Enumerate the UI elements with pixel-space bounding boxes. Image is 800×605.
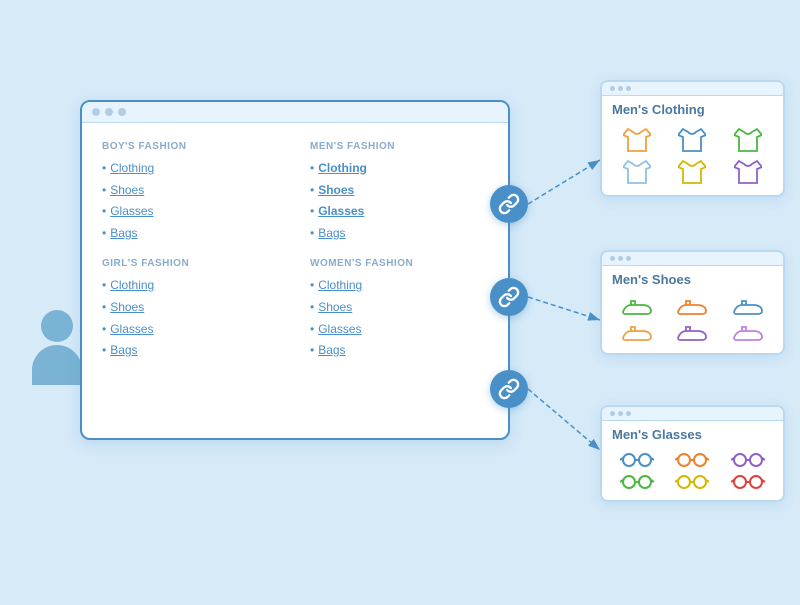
sd1	[610, 256, 615, 261]
girls-bags-link[interactable]: Bags	[110, 340, 137, 362]
womens-glasses-item[interactable]: Glasses	[310, 319, 488, 341]
boys-bags-item[interactable]: Bags	[102, 223, 280, 245]
mens-clothing-titlebar	[602, 82, 783, 96]
mens-glasses-item[interactable]: Glasses	[310, 201, 488, 223]
mens-clothing-link[interactable]: Clothing	[318, 158, 367, 180]
shirt-orange	[612, 127, 662, 153]
boys-clothing-item[interactable]: Clothing	[102, 158, 280, 180]
sd2	[618, 256, 623, 261]
boys-shoes-link[interactable]: Shoes	[110, 180, 144, 202]
womens-fashion-title: WOMEN'S FASHION	[310, 258, 488, 269]
womens-clothing-item[interactable]: Clothing	[310, 275, 488, 297]
glasses-purple	[723, 452, 773, 468]
womens-clothing-link[interactable]: Clothing	[318, 275, 362, 297]
glasses-red	[723, 474, 773, 490]
mens-shoes-item[interactable]: Shoes	[310, 180, 488, 202]
person-body	[32, 345, 82, 385]
gd1	[610, 411, 615, 416]
mens-glasses-titlebar	[602, 407, 783, 421]
glasses-green	[612, 474, 662, 490]
pd2	[618, 86, 623, 91]
mens-glasses-title: Men's Glasses	[602, 421, 783, 446]
girls-clothing-link[interactable]: Clothing	[110, 275, 154, 297]
shirt-yellow	[668, 159, 718, 185]
mens-fashion-title: MEN'S FASHION	[310, 141, 488, 152]
shirt-purple	[723, 159, 773, 185]
pd1	[610, 86, 615, 91]
mens-clothing-grid	[602, 121, 783, 195]
mens-fashion-list: Clothing Shoes Glasses Bags	[310, 158, 488, 244]
boys-glasses-link[interactable]: Glasses	[110, 201, 153, 223]
mens-shoes-link[interactable]: Shoes	[318, 180, 354, 202]
gd2	[618, 411, 623, 416]
shirt-green	[723, 127, 773, 153]
pd3	[626, 86, 631, 91]
shoe-purple2	[723, 323, 773, 343]
person-head	[41, 310, 73, 342]
mens-shoes-titlebar	[602, 252, 783, 266]
shoe-blue2	[723, 297, 773, 317]
girls-glasses-item[interactable]: Glasses	[102, 319, 280, 341]
chain-link-1	[490, 185, 528, 223]
browser-dot-2	[105, 108, 113, 116]
shoe-green	[612, 297, 662, 317]
girls-shoes-item[interactable]: Shoes	[102, 297, 280, 319]
glasses-blue	[612, 452, 662, 468]
boys-fashion-list: Clothing Shoes Glasses Bags	[102, 158, 280, 244]
womens-glasses-link[interactable]: Glasses	[318, 319, 361, 341]
shirt-blue	[668, 127, 718, 153]
shoe-orange	[668, 297, 718, 317]
boys-clothing-link[interactable]: Clothing	[110, 158, 154, 180]
glasses-yellow	[668, 474, 718, 490]
womens-bags-item[interactable]: Bags	[310, 340, 488, 362]
womens-shoes-item[interactable]: Shoes	[310, 297, 488, 319]
girls-bags-item[interactable]: Bags	[102, 340, 280, 362]
shoe-orange2	[612, 323, 662, 343]
chain-link-2	[490, 278, 528, 316]
mens-clothing-title: Men's Clothing	[602, 96, 783, 121]
womens-fashion-list: Clothing Shoes Glasses Bags	[310, 275, 488, 361]
mens-shoes-window: Men's Shoes	[600, 250, 785, 355]
boys-shoes-item[interactable]: Shoes	[102, 180, 280, 202]
girls-shoes-link[interactable]: Shoes	[110, 297, 144, 319]
girls-fashion-title: GIRL'S FASHION	[102, 258, 280, 269]
person-icon	[32, 310, 82, 385]
mens-glasses-link[interactable]: Glasses	[318, 201, 364, 223]
boys-glasses-item[interactable]: Glasses	[102, 201, 280, 223]
girls-clothing-item[interactable]: Clothing	[102, 275, 280, 297]
womens-shoes-link[interactable]: Shoes	[318, 297, 352, 319]
browser-dot-1	[92, 108, 100, 116]
mens-glasses-grid	[602, 446, 783, 500]
mens-bags-link[interactable]: Bags	[318, 223, 345, 245]
left-nav-column: BOY'S FASHION Clothing Shoes Glasses Bag…	[102, 141, 280, 362]
mens-bags-item[interactable]: Bags	[310, 223, 488, 245]
mens-shoes-grid	[602, 291, 783, 353]
shoe-purple	[668, 323, 718, 343]
glasses-orange	[668, 452, 718, 468]
chain-link-3	[490, 370, 528, 408]
right-nav-column: MEN'S FASHION Clothing Shoes Glasses Bag…	[310, 141, 488, 362]
mens-glasses-window: Men's Glasses	[600, 405, 785, 502]
mens-clothing-window: Men's Clothing	[600, 80, 785, 197]
mens-clothing-item[interactable]: Clothing	[310, 158, 488, 180]
girls-fashion-list: Clothing Shoes Glasses Bags	[102, 275, 280, 361]
girls-glasses-link[interactable]: Glasses	[110, 319, 153, 341]
mens-shoes-title: Men's Shoes	[602, 266, 783, 291]
boys-bags-link[interactable]: Bags	[110, 223, 137, 245]
browser-content: BOY'S FASHION Clothing Shoes Glasses Bag…	[82, 123, 508, 380]
gd3	[626, 411, 631, 416]
shirt-lightblue	[612, 159, 662, 185]
sd3	[626, 256, 631, 261]
boys-fashion-title: BOY'S FASHION	[102, 141, 280, 152]
browser-window: BOY'S FASHION Clothing Shoes Glasses Bag…	[80, 100, 510, 440]
browser-dot-3	[118, 108, 126, 116]
browser-titlebar	[82, 102, 508, 123]
womens-bags-link[interactable]: Bags	[318, 340, 345, 362]
